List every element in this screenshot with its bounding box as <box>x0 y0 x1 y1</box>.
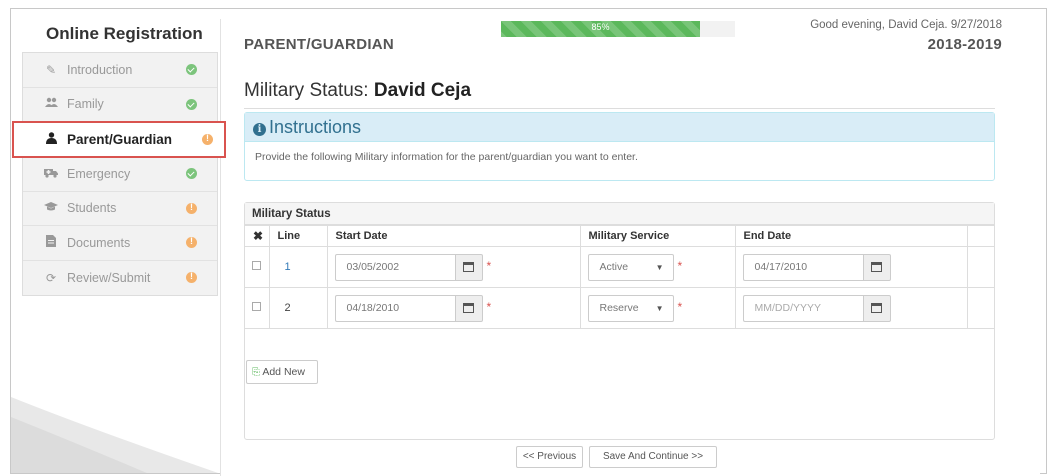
decorative-swoosh <box>11 397 219 473</box>
progress-bar: 85% <box>501 21 735 37</box>
progress-label: 85% <box>591 22 610 32</box>
sidebar-item-parent-guardian[interactable]: Parent/Guardian <box>12 121 226 158</box>
row-select-cell <box>245 246 270 288</box>
table-header-row: ✖ Line Start Date Military Service End D… <box>245 225 994 247</box>
pencil-icon: ✎ <box>45 62 57 77</box>
calendar-icon[interactable] <box>454 294 483 322</box>
sidebar-item-label: Family <box>67 97 104 112</box>
empty-cell <box>966 287 994 329</box>
sidebar-item-label: Students <box>67 201 117 216</box>
required-marker: * <box>486 299 492 314</box>
line-number-text: 1 <box>284 261 291 273</box>
column-header-start-date: Start Date <box>326 225 581 247</box>
sidebar-title: Online Registration <box>46 24 203 43</box>
complete-check-icon <box>186 168 197 180</box>
military-status-table: ✖ Line Start Date Military Service End D… <box>245 225 994 329</box>
complete-check-icon <box>186 98 197 110</box>
instructions-panel: i Instructions Provide the following Mili… <box>244 112 995 181</box>
user-icon <box>43 132 59 147</box>
sidebar-item-students[interactable]: Students <box>23 191 217 226</box>
instructions-text: Provide the following Military informati… <box>255 151 638 163</box>
delete-x-icon: ✖ <box>253 229 264 243</box>
info-icon: i <box>253 123 266 136</box>
sidebar-item-documents[interactable]: Documents <box>23 226 217 261</box>
page-title: Military Status: David Ceja <box>244 80 995 109</box>
sidebar-item-label: Documents <box>67 235 131 250</box>
row-checkbox[interactable] <box>252 302 261 311</box>
instructions-header: i Instructions <box>245 113 994 142</box>
start-date-cell: 04/18/2010 * <box>326 287 581 329</box>
incomplete-warning-icon <box>186 236 197 249</box>
add-icon: ⎘ <box>252 367 260 378</box>
end-date-input[interactable]: MM/DD/YYYY <box>742 294 863 322</box>
calendar-icon[interactable] <box>862 253 891 281</box>
end-date-cell: 04/17/2010 <box>734 246 968 288</box>
school-year: 2018-2019 <box>927 36 1002 53</box>
calendar-icon[interactable] <box>454 253 483 281</box>
sidebar-item-label: Review/Submit <box>67 270 151 285</box>
sidebar-item-label: Emergency <box>67 166 131 181</box>
section-title: PARENT/GUARDIAN <box>244 36 395 53</box>
line-number: 1 <box>268 246 328 288</box>
incomplete-warning-icon <box>186 202 197 214</box>
column-header-line: Line <box>268 225 328 247</box>
dropdown-arrow-icon: ▼ <box>655 262 664 272</box>
sidebar-item-emergency[interactable]: Emergency <box>23 157 217 192</box>
empty-cell <box>966 246 994 288</box>
start-date-input[interactable]: 03/05/2002 <box>334 253 455 281</box>
military-status-panel: Military Status ✖ Line Start Date Milita… <box>244 202 995 440</box>
military-status-title: Military Status <box>245 203 994 225</box>
end-date-input[interactable]: 04/17/2010 <box>742 253 863 281</box>
start-date-cell: 03/05/2002 * <box>326 246 581 288</box>
start-date-input[interactable]: 04/18/2010 <box>334 294 455 322</box>
military-service-value: Reserve <box>599 301 639 314</box>
line-number-text: 2 <box>284 302 291 314</box>
column-header-empty <box>966 225 994 247</box>
file-icon <box>43 235 59 250</box>
military-service-cell: Active ▼ * <box>579 246 736 288</box>
delete-column-header: ✖ <box>245 225 270 247</box>
sidebar-item-introduction[interactable]: ✎ Introduction <box>23 53 217 88</box>
add-new-label: Add New <box>262 366 305 378</box>
sidebar: Online Registration ✎ Introduction Famil… <box>12 20 226 296</box>
users-icon <box>43 97 59 111</box>
dropdown-arrow-icon: ▼ <box>655 303 664 313</box>
previous-button[interactable]: << Previous <box>516 446 583 468</box>
incomplete-warning-icon <box>186 271 197 284</box>
greeting-text: Good evening, David Ceja. 9/27/2018 <box>810 19 1002 31</box>
column-header-end-date: End Date <box>734 225 968 247</box>
end-date-cell: MM/DD/YYYY <box>734 287 968 329</box>
military-service-cell: Reserve ▼ * <box>579 287 736 329</box>
save-and-continue-button[interactable]: Save And Continue >> <box>589 446 717 468</box>
column-header-military-service: Military Service <box>579 225 736 247</box>
military-service-select[interactable]: Reserve ▼ <box>587 294 674 322</box>
graduation-cap-icon <box>43 201 59 215</box>
military-service-value: Active <box>599 260 629 273</box>
calendar-icon[interactable] <box>862 294 891 322</box>
required-marker: * <box>486 258 492 273</box>
complete-check-icon <box>186 64 197 76</box>
add-new-button[interactable]: ⎘ Add New <box>246 360 318 384</box>
military-service-select[interactable]: Active ▼ <box>587 253 674 281</box>
required-marker: * <box>677 258 683 273</box>
sidebar-nav: ✎ Introduction Family Parent/Guardian Em… <box>12 52 226 296</box>
instructions-title: Instructions <box>269 117 362 137</box>
page-title-name: David Ceja <box>373 80 472 101</box>
ambulance-icon <box>43 167 59 181</box>
page-title-prefix: Military Status: <box>244 80 374 101</box>
required-marker: * <box>677 299 683 314</box>
row-select-cell <box>245 287 270 329</box>
sidebar-item-review-submit[interactable]: ⟳ Review/Submit <box>23 260 217 295</box>
refresh-icon: ⟳ <box>45 270 57 285</box>
row-checkbox[interactable] <box>252 261 261 270</box>
sidebar-item-label: Introduction <box>67 62 133 77</box>
line-number: 2 <box>268 287 328 329</box>
sidebar-item-family[interactable]: Family <box>23 87 217 122</box>
main-panel: Good evening, David Ceja. 9/27/2018 85% … <box>220 19 1040 476</box>
incomplete-warning-icon <box>202 133 213 145</box>
sidebar-item-label: Parent/Guardian <box>67 132 173 147</box>
table-row: 2 04/18/2010 * Reserve ▼ * MM/DD/YYYY <box>245 287 994 329</box>
table-row: 1 03/05/2002 * Active ▼ * 04/17/2010 <box>245 246 994 288</box>
